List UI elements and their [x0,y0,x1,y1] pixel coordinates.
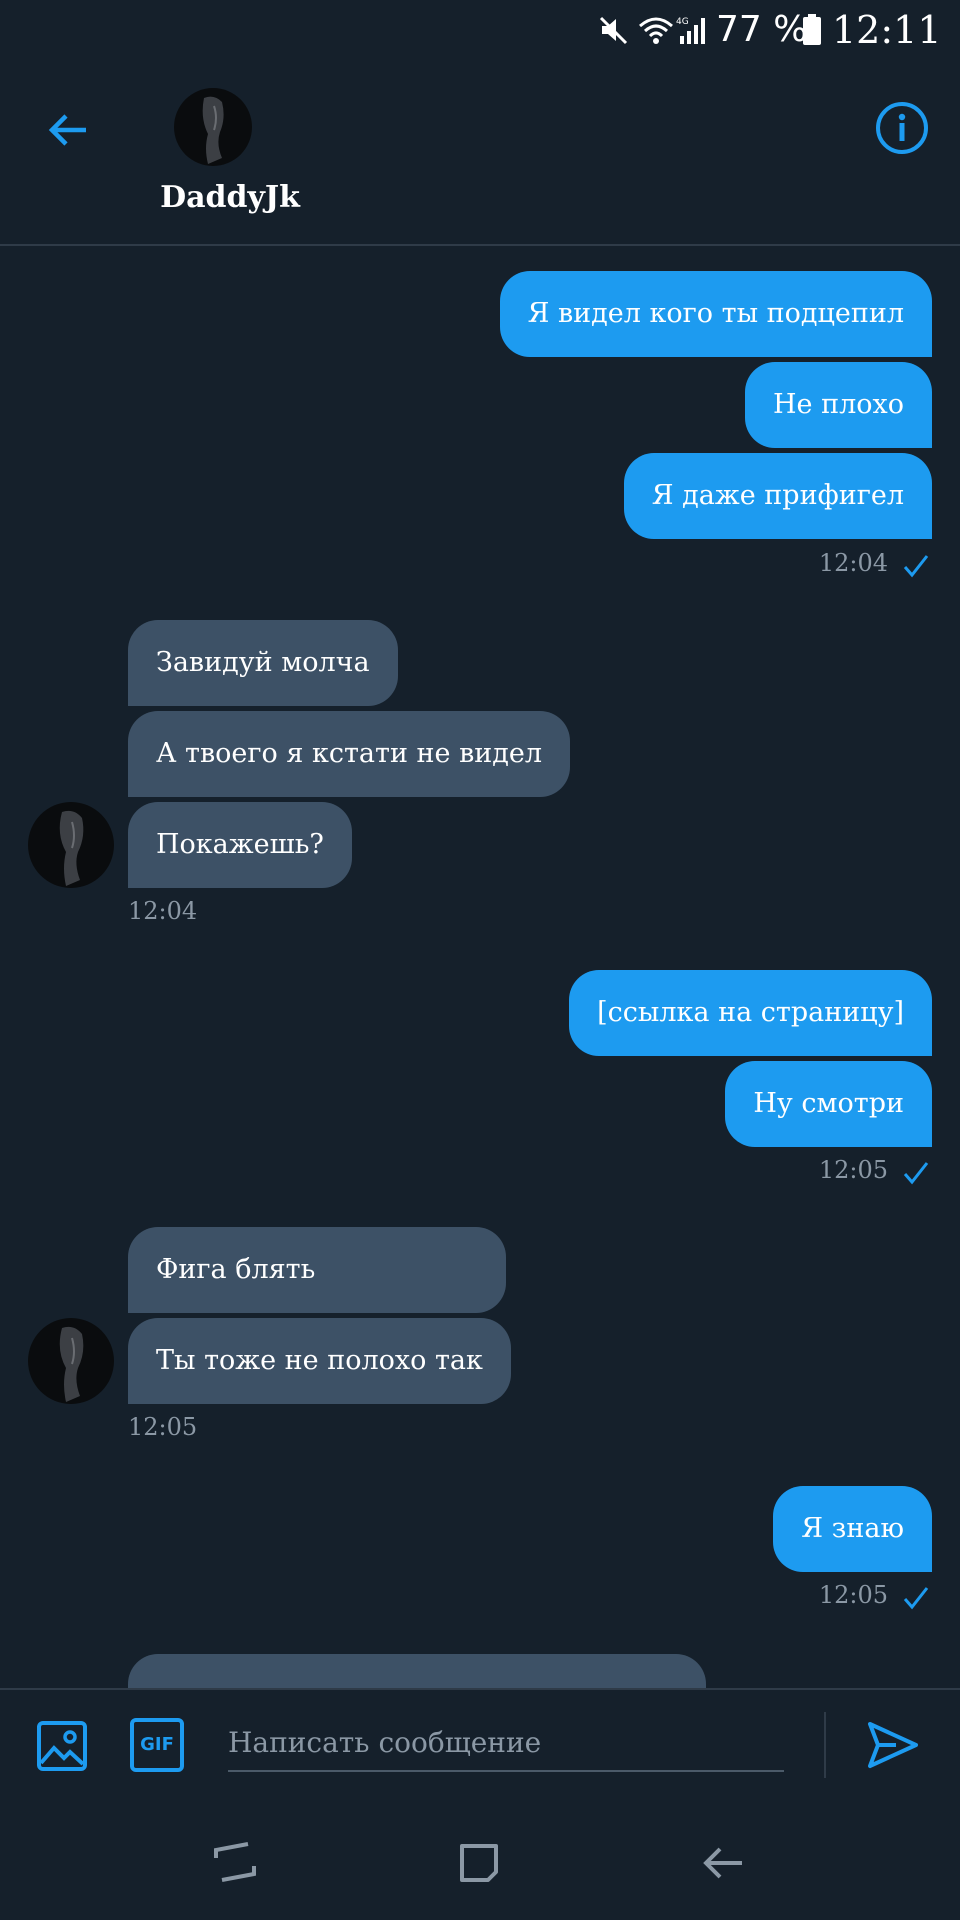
outgoing-message[interactable]: Не плохо [745,362,932,448]
outgoing-message[interactable]: Я даже прифигел [623,453,932,539]
recent-apps-icon[interactable] [212,1840,258,1886]
contact-avatar[interactable] [174,88,252,166]
outgoing-message[interactable]: Я видел кого ты подцепил [499,271,932,357]
checkmark-icon [903,1587,929,1610]
system-navigation-bar [0,1804,960,1920]
outgoing-message[interactable]: Ну смотри [725,1061,932,1147]
wifi-icon [639,17,673,44]
incoming-message-partial[interactable] [128,1654,706,1688]
home-icon[interactable] [456,1840,502,1886]
battery-percent: 77 % [716,9,808,50]
contact-name[interactable]: DaddyJk [140,178,320,218]
contact-avatar[interactable] [28,1318,114,1404]
checkmark-icon [903,555,929,578]
conversation-header: DaddyJk [0,60,960,246]
message-input[interactable] [228,1714,784,1772]
message-timestamp: 12:04 [818,549,888,577]
outgoing-message[interactable]: Я знаю [773,1486,932,1572]
send-icon[interactable] [866,1718,920,1772]
incoming-message[interactable]: А твоего я кстати не видел [128,711,571,797]
image-icon[interactable] [36,1720,88,1772]
message-timestamp: 12:05 [818,1581,888,1609]
avatar-image [28,802,114,888]
message-timestamp: 12:05 [818,1156,888,1184]
svg-text:4G: 4G [676,17,689,27]
checkmark-icon [903,1162,929,1185]
message-composer: GIF [0,1688,960,1806]
info-button[interactable] [872,98,932,158]
incoming-message[interactable]: Фига блять [128,1227,506,1313]
incoming-message[interactable]: Ты тоже не полохо так [128,1318,511,1404]
status-clock: 12:11 [832,8,942,52]
composer-divider [824,1712,826,1778]
signal-4g-icon: 4G [676,17,705,44]
message-list[interactable]: Я видел кого ты подцепил Не плохо Я даже… [0,246,960,1688]
outgoing-message[interactable]: [ссылка на страницу] [569,970,932,1056]
contact-avatar[interactable] [28,802,114,888]
mute-icon [599,16,628,45]
incoming-message[interactable]: Покажешь? [128,802,352,888]
nav-back-icon[interactable] [700,1840,746,1886]
avatar-image [28,1318,114,1404]
status-bar: 4G 77 % 12:11 [0,0,960,60]
info-icon [876,102,928,154]
arrow-left-icon [48,114,86,146]
message-timestamp: 12:04 [128,897,198,925]
battery-icon [803,14,821,45]
avatar-image [174,88,252,166]
back-button[interactable] [36,98,100,162]
message-timestamp: 12:05 [128,1413,198,1441]
incoming-message[interactable]: Завидуй молча [128,620,398,706]
gif-button[interactable]: GIF [130,1718,184,1772]
